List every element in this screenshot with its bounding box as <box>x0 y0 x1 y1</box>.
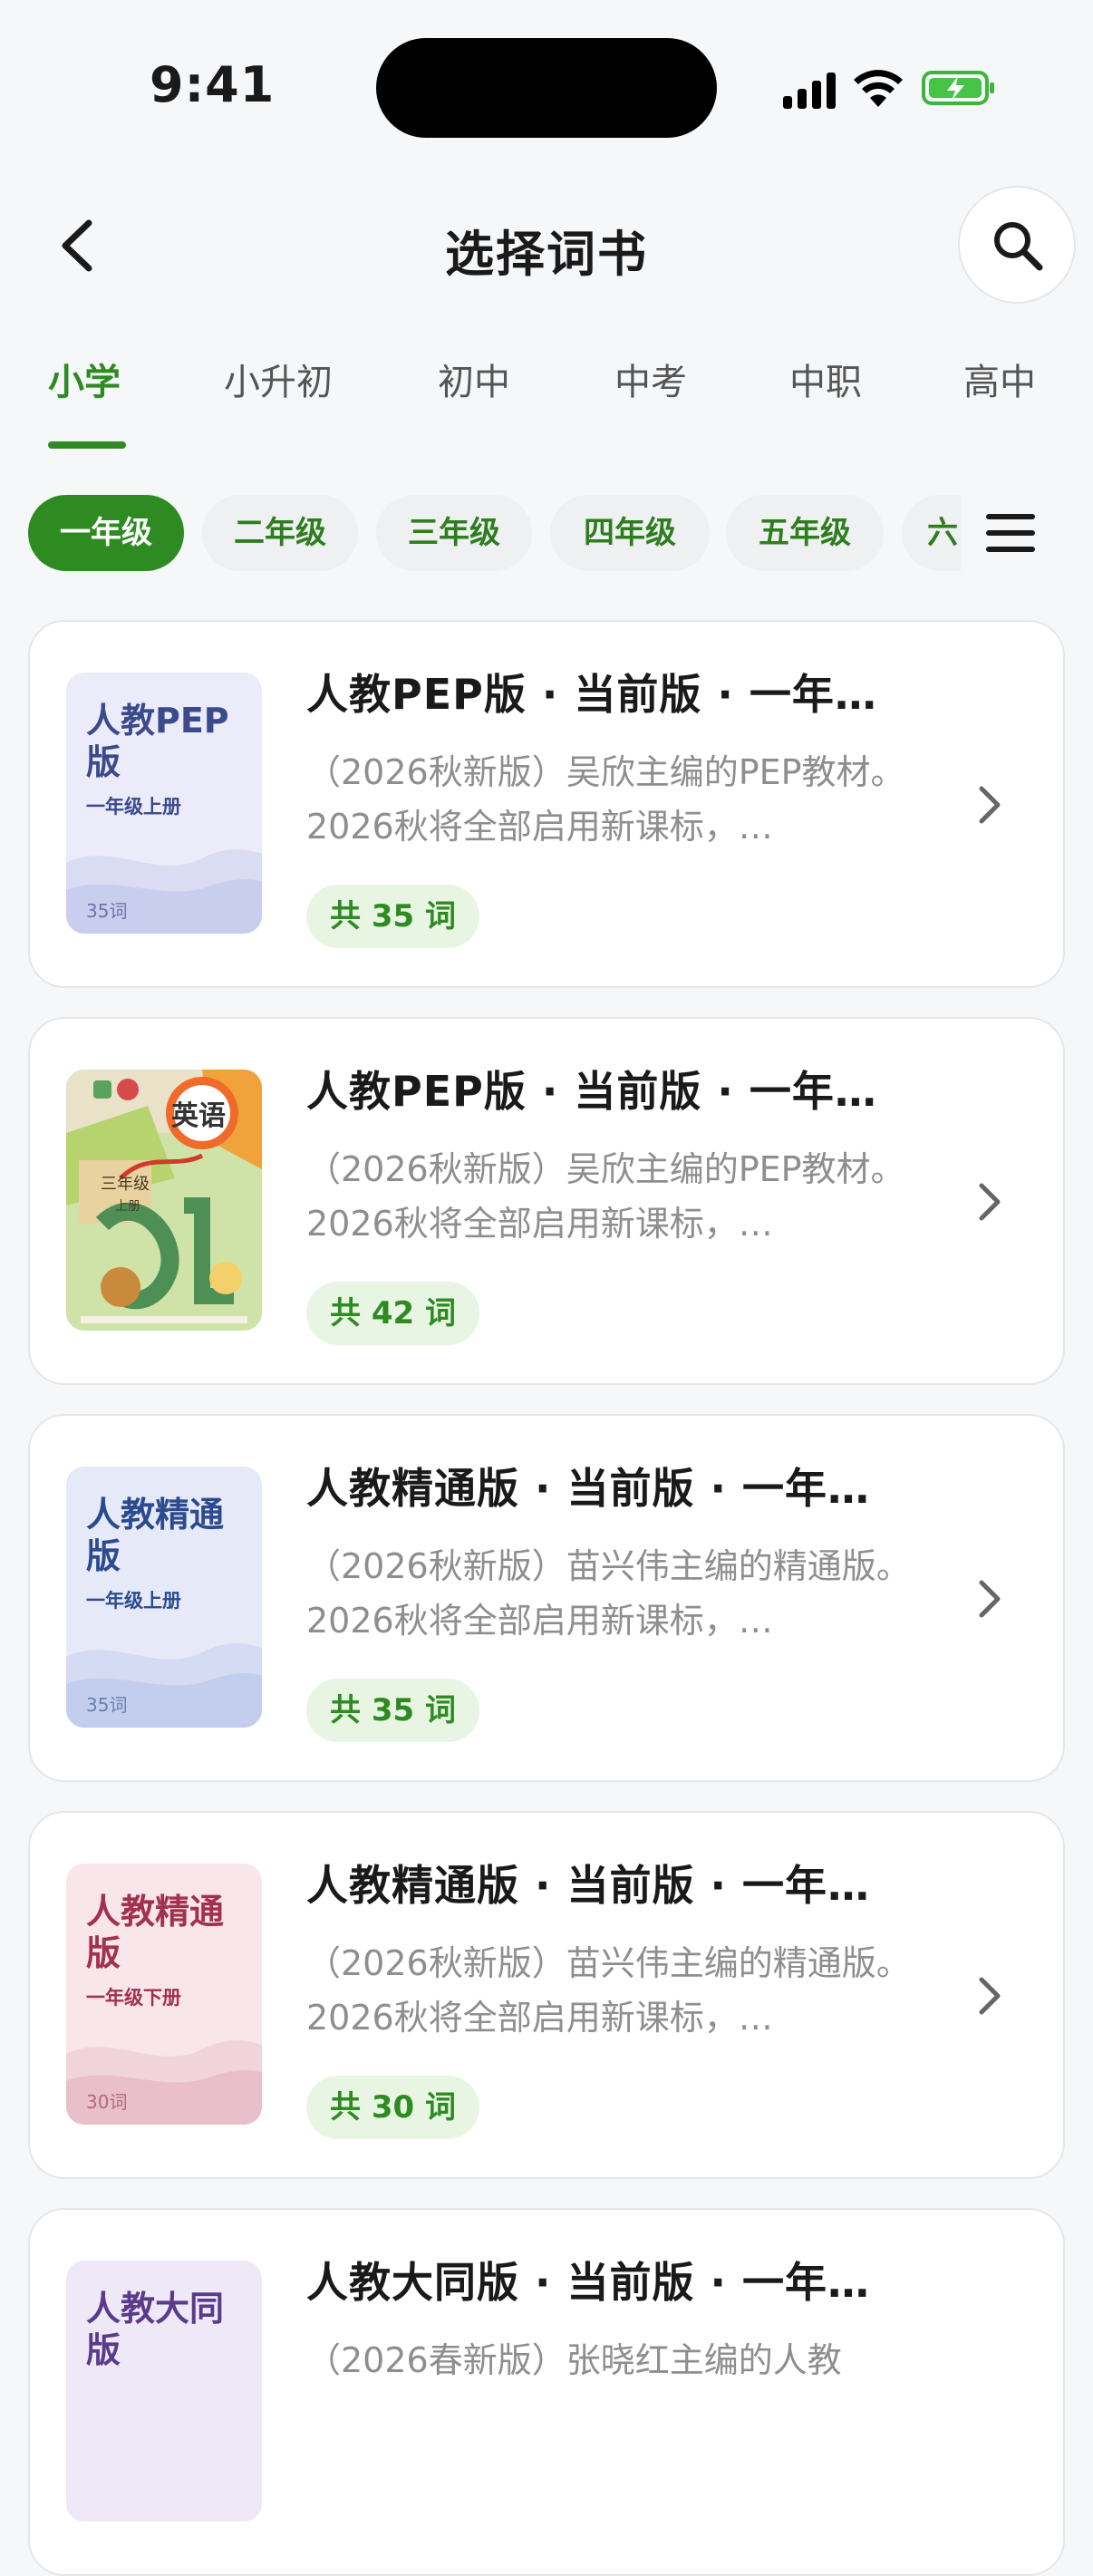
book-title: 人教PEP版 · 当前版 · 一年… <box>306 1067 877 1116</box>
signal-icon <box>783 73 836 109</box>
cover-title: 人教PEP版 <box>86 701 229 782</box>
book-title: 人教精通版 · 当前版 · 一年… <box>306 1464 871 1513</box>
tab-senior-high[interactable]: 高中 <box>963 353 1036 453</box>
book-cover-image: 英语 三年级 上册 <box>66 1070 262 1331</box>
nav-header: 选择词书 <box>0 181 1093 308</box>
active-tab-indicator <box>48 441 126 449</box>
grade-chip-5[interactable]: 五年级 <box>726 495 884 571</box>
cover-title: 人教精通版 <box>86 1495 225 1576</box>
search-button[interactable] <box>958 186 1076 304</box>
cover-word-count: 30词 <box>86 2091 128 2113</box>
grade-chip-1[interactable]: 一年级 <box>28 495 184 571</box>
tab-vocational[interactable]: 中职 <box>789 353 862 453</box>
cover-word-count: 35词 <box>86 900 128 922</box>
book-title: 人教PEP版 · 当前版 · 一年… <box>306 670 877 719</box>
book-description: （2026秋新版）苗兴伟主编的精通版。2026秋将全部启用新课标，… <box>306 1546 911 1641</box>
book-cover: 人教精通版 一年级下册 30词 <box>66 1864 262 2125</box>
wifi-icon <box>854 70 903 107</box>
book-title: 人教精通版 · 当前版 · 一年… <box>306 1861 871 1910</box>
menu-icon[interactable] <box>984 512 1037 554</box>
book-title: 人教大同版 · 当前版 · 一年… <box>306 2258 871 2307</box>
word-count-badge: 共 42 词 <box>306 1282 479 1345</box>
book-cover: 人教大同版 <box>66 2261 262 2522</box>
cover-grade-text: 三年级 <box>101 1175 150 1194</box>
textbook-cover-illustration <box>66 1070 262 1331</box>
book-description: （2026秋新版）吴欣主编的PEP教材。2026秋将全部启用新课标，… <box>306 752 905 847</box>
book-description: （2026春新版）张晓红主编的人教 <box>306 2340 842 2380</box>
cover-word-count: 35词 <box>86 1694 128 1716</box>
grade-chip-4[interactable]: 四年级 <box>550 495 710 571</box>
tab-junior-high[interactable]: 初中 <box>438 353 510 453</box>
word-count-badge: 共 35 词 <box>306 1679 479 1742</box>
tab-primary-to-middle[interactable]: 小升初 <box>224 353 333 453</box>
grade-chip-2[interactable]: 二年级 <box>202 495 358 571</box>
search-icon <box>994 222 1043 271</box>
book-card[interactable]: 人教PEP版 一年级上册 35词 人教PEP版 · 当前版 · 一年… （202… <box>28 620 1065 988</box>
book-cover: 人教PEP版 一年级上册 35词 <box>66 673 262 934</box>
cover-subtitle: 一年级下册 <box>86 1987 181 2009</box>
cover-subtitle: 一年级上册 <box>86 1590 181 1612</box>
word-count-badge: 共 35 词 <box>306 885 479 948</box>
tab-zhongkao[interactable]: 中考 <box>614 353 687 453</box>
book-description: （2026秋新版）吴欣主编的PEP教材。2026秋将全部启用新课标，… <box>306 1149 905 1244</box>
chevron-right-icon <box>979 1580 1001 1618</box>
cover-badge-text: 英语 <box>171 1100 226 1132</box>
book-card[interactable]: 人教精通版 一年级下册 30词 人教精通版 · 当前版 · 一年… （2026秋… <box>28 1811 1065 2179</box>
grade-chips: 一年级 二年级 三年级 四年级 五年级 六 <box>0 495 961 571</box>
page-title: 选择词书 <box>445 226 648 283</box>
status-time: 9:41 <box>150 56 276 113</box>
stage-tabs: 小学 小升初 初中 中考 中职 高中 <box>0 353 1093 453</box>
book-card[interactable]: 英语 三年级 上册 人教PEP版 · 当前版 · 一年… （2026秋新版）吴欣… <box>28 1017 1065 1385</box>
book-cover: 人教精通版 一年级上册 35词 <box>66 1467 262 1728</box>
cover-term-text: 上册 <box>115 1199 140 1214</box>
chevron-right-icon <box>979 1977 1001 2015</box>
book-description: （2026秋新版）苗兴伟主编的精通版。2026秋将全部启用新课标，… <box>306 1943 911 2038</box>
cover-title: 人教精通版 <box>86 1892 225 1973</box>
grade-chip-6[interactable]: 六 <box>902 495 961 571</box>
book-card[interactable]: 人教精通版 一年级上册 35词 人教精通版 · 当前版 · 一年… （2026秋… <box>28 1414 1065 1782</box>
chevron-right-icon <box>979 1183 1001 1221</box>
battery-charging-icon <box>922 71 994 105</box>
cover-title: 人教大同版 <box>86 2289 225 2370</box>
status-bar: 9:41 <box>0 0 1093 172</box>
tab-primary[interactable]: 小学 <box>48 353 121 453</box>
word-count-badge: 共 30 词 <box>306 2076 479 2139</box>
cover-subtitle: 一年级上册 <box>86 796 181 818</box>
grade-chip-3[interactable]: 三年级 <box>376 495 532 571</box>
dynamic-island <box>376 38 717 138</box>
chevron-right-icon <box>979 786 1001 824</box>
book-card[interactable]: 人教大同版 人教大同版 · 当前版 · 一年… （2026春新版）张晓红主编的人… <box>28 2208 1065 2576</box>
